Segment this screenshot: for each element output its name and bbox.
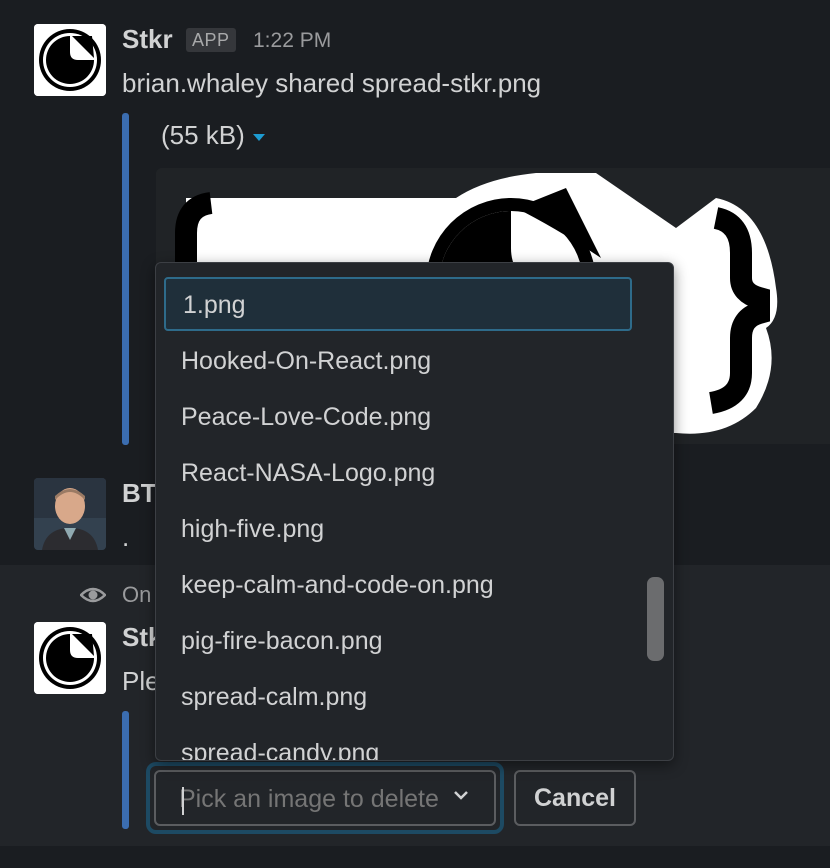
option-item[interactable]: high-five.png (156, 501, 673, 557)
options-list: 1.png Hooked-On-React.png Peace-Love-Cod… (156, 277, 673, 760)
chevron-down-icon[interactable] (453, 789, 469, 801)
menu-scrollbar[interactable] (647, 577, 664, 661)
sticker-logo-icon (34, 24, 106, 96)
option-item[interactable]: 1.png (164, 277, 632, 331)
option-item[interactable]: keep-calm-and-code-on.png (156, 557, 673, 613)
file-size[interactable]: (55 kB) (161, 120, 265, 151)
stkr-avatar[interactable] (34, 622, 106, 694)
image-select-input[interactable] (179, 781, 439, 817)
only-visible-to-you-label: On (122, 582, 152, 607)
person-photo (34, 478, 106, 550)
message-timestamp[interactable]: 1:22 PM (253, 29, 331, 53)
image-select[interactable] (154, 770, 496, 826)
option-item[interactable]: pig-fire-bacon.png (156, 613, 673, 669)
app-badge: APP (186, 28, 236, 52)
message-list-bottom (0, 846, 830, 868)
eye-icon (80, 587, 106, 603)
attachment-bar (122, 113, 129, 445)
message-sender[interactable]: Stkr (122, 24, 173, 55)
cancel-button[interactable]: Cancel (514, 770, 636, 826)
stkr-avatar[interactable] (34, 24, 106, 96)
user-avatar[interactable] (34, 478, 106, 550)
image-options-menu[interactable]: 1.png Hooked-On-React.png Peace-Love-Cod… (155, 262, 674, 761)
message-text: . (122, 522, 130, 552)
attachment-bar (122, 711, 129, 829)
option-item[interactable]: React-NASA-Logo.png (156, 445, 673, 501)
option-item[interactable]: spread-candy.png (156, 725, 673, 760)
message-sender[interactable]: BT (122, 478, 157, 509)
file-size-label: (55 kB) (161, 120, 245, 150)
message-text: Ple (122, 666, 160, 696)
caret-down-icon[interactable] (252, 133, 265, 141)
sticker-logo-icon (34, 622, 106, 694)
option-item[interactable]: spread-calm.png (156, 669, 673, 725)
option-item[interactable]: Hooked-On-React.png (156, 333, 673, 389)
select-focus-ring (146, 762, 504, 834)
text-cursor (182, 787, 184, 815)
message-text: brian.whaley shared spread-stkr.png (122, 68, 542, 98)
option-item[interactable]: Peace-Love-Code.png (156, 389, 673, 445)
